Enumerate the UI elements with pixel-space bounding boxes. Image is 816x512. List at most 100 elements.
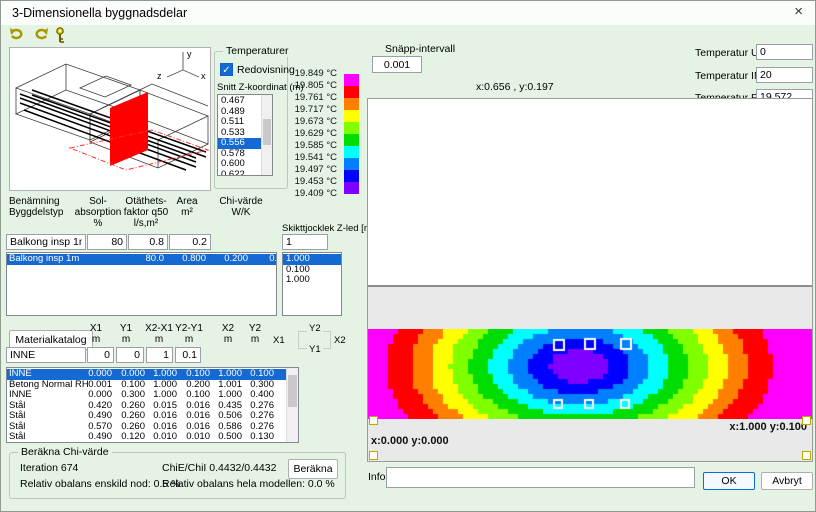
resize-handle[interactable] <box>369 451 378 460</box>
redo-icon[interactable] <box>31 27 49 43</box>
avbryt-button[interactable]: Avbryt <box>761 472 813 490</box>
z-value-item[interactable]: 0.556 <box>218 138 262 149</box>
section-plane[interactable] <box>110 92 148 166</box>
scale-tick-label: 19.541 °C <box>293 152 337 164</box>
temp-ute-field[interactable] <box>756 44 813 60</box>
colorbar-segment <box>344 182 359 194</box>
section-divider-strip <box>368 285 812 329</box>
y1-field[interactable] <box>116 347 144 363</box>
diagram-y2-label: Y2 <box>307 323 323 334</box>
colorbar-segment <box>344 146 359 158</box>
resize-handle[interactable] <box>802 451 811 460</box>
snapp-intervall-field[interactable] <box>372 56 422 73</box>
scale-tick-label: 19.673 °C <box>293 116 337 128</box>
viewport-3d[interactable]: y x z <box>9 47 211 191</box>
undo-icon[interactable] <box>9 27 27 43</box>
snapp-intervall-label: Snäpp-intervall <box>385 43 455 55</box>
corner-max-label: x:1.000 y:0.100 <box>729 421 807 433</box>
layer-list-row[interactable]: Stål0.4200.2600.0150.0160.4350.276 <box>7 401 287 412</box>
skikttjocklek-field[interactable] <box>282 234 328 250</box>
layers-list-scrollbar[interactable] <box>286 368 298 442</box>
geometry-col-header: Y2-Y1 <box>167 324 211 335</box>
temp-inne-field[interactable] <box>756 67 813 83</box>
x2x1-field[interactable] <box>146 347 173 363</box>
diagram-x1-label: X1 <box>273 335 285 346</box>
geometry-col-header: m <box>233 335 277 346</box>
temperaturer-group-label: Temperaturer <box>223 45 291 57</box>
layer-list-row[interactable]: Stål0.5700.2600.0160.0160.5860.276 <box>7 422 287 433</box>
resize-handle[interactable] <box>369 416 378 425</box>
scale-tick-label: 19.497 °C <box>293 164 337 176</box>
z-value-item[interactable]: 0.600 <box>218 159 262 170</box>
z-list-scrollbar[interactable] <box>261 95 272 175</box>
axis-z-label: z <box>157 71 162 81</box>
colorbar-segment <box>344 74 359 86</box>
layer-list-row[interactable]: Stål0.4900.1200.0100.0100.5000.130 <box>7 432 287 443</box>
z-coordinate-list[interactable]: 0.4670.4890.5110.5330.5560.5780.6000.622… <box>217 94 273 176</box>
iteration-label: Iteration 674 <box>20 462 78 474</box>
col-benamning: Benämning <box>9 197 60 208</box>
area-field[interactable] <box>169 234 211 250</box>
skikttjocklek-list[interactable]: 1.0000.1001.000 <box>282 252 342 316</box>
colorbar-segment <box>344 134 359 146</box>
y2y1-field[interactable] <box>175 347 201 363</box>
parts-list[interactable]: Balkong insp 1m80.00.8000.2000.443 <box>6 252 277 316</box>
scale-tick-label: 19.453 °C <box>293 176 337 188</box>
parts-list-row[interactable]: Balkong insp 1m80.00.8000.2000.443 <box>7 254 276 265</box>
colorbar-segment <box>344 110 359 122</box>
redovisning-checkbox[interactable] <box>220 63 233 76</box>
col-chivarde-2: W/K <box>211 208 271 219</box>
skikt-value-item[interactable]: 1.000 <box>283 275 341 286</box>
obalans-modell-label: Relativ obalans hela modellen: 0.0 % <box>162 478 335 490</box>
q50-field[interactable] <box>128 234 168 250</box>
skikttjocklek-label: Skikttjocklek Z-led [m] <box>282 223 374 234</box>
berakna-group: Beräkna Chi-värde Iteration 674 ChiE/Chi… <box>9 452 346 499</box>
info-field[interactable] <box>386 467 695 488</box>
corner-min-label: x:0.000 y:0.000 <box>371 435 449 447</box>
window-title: 3-Dimensionella byggnadsdelar <box>12 6 187 20</box>
geometry-col-header: Y2 <box>233 324 277 335</box>
col-byggdelstyp: Byggdelstyp <box>9 208 63 219</box>
scale-tick-label: 19.805 °C <box>293 80 337 92</box>
colorbar-segment <box>344 158 359 170</box>
berakna-button[interactable]: Beräkna <box>288 459 338 479</box>
close-icon[interactable]: × <box>794 4 803 20</box>
layers-list[interactable]: INNE0.0000.0001.0000.1001.0000.100Betong… <box>6 367 299 443</box>
scale-tick-label: 19.849 °C <box>293 68 337 80</box>
section-view-area[interactable]: x:1.000 y:0.100 x:0.000 y:0.000 <box>367 98 813 462</box>
part-name-field[interactable] <box>6 234 86 250</box>
heatmap-canvas[interactable] <box>368 329 812 419</box>
dialog-3d-byggnadsdelar: 3-Dimensionella byggnadsdelar × <box>0 0 816 512</box>
layer-name-field[interactable] <box>6 347 86 363</box>
layer-list-row[interactable]: INNE0.0000.0001.0000.1001.0000.100 <box>7 369 287 380</box>
titlebar[interactable]: 3-Dimensionella byggnadsdelar × <box>1 1 815 25</box>
layer-list-row[interactable]: Betong Normal RH0.0010.1001.0000.2001.00… <box>7 380 287 391</box>
chi-result-label: ChiE/ChiI 0.4432/0.4432 <box>162 462 276 474</box>
redovisning-label: Redovisning <box>237 64 295 76</box>
ok-button[interactable]: OK <box>703 472 755 490</box>
scale-tick-label: 19.629 °C <box>293 128 337 140</box>
z-value-item[interactable]: 0.511 <box>218 117 262 128</box>
snitt-z-label: Snitt Z-koordinat (m) <box>217 82 304 93</box>
layer-list-row[interactable]: Stål0.4900.2600.0160.0160.5060.276 <box>7 411 287 422</box>
diagram-x2-label: X2 <box>334 335 346 346</box>
scale-tick-label: 19.761 °C <box>293 92 337 104</box>
temperature-scale-labels: 19.849 °C19.805 °C19.761 °C19.717 °C19.6… <box>293 68 337 200</box>
heatmap-footer-strip: x:1.000 y:0.100 x:0.000 y:0.000 <box>368 419 812 461</box>
berakna-group-label: Beräkna Chi-värde <box>18 446 112 458</box>
z-value-item[interactable]: 0.622 <box>218 170 262 177</box>
x1-field[interactable] <box>87 347 114 363</box>
colorbar-segment <box>344 98 359 110</box>
layer-list-row[interactable]: INNE0.0000.3001.0000.1001.0000.400 <box>7 390 287 401</box>
resize-handle[interactable] <box>802 416 811 425</box>
skikt-value-item[interactable]: 1.000 <box>283 254 341 265</box>
key-icon[interactable] <box>54 27 66 43</box>
info-label: Info <box>368 471 386 483</box>
temperature-colorbar <box>344 74 359 194</box>
scale-tick-label: 19.585 °C <box>293 140 337 152</box>
col-area-2: m² <box>167 208 207 219</box>
scale-tick-label: 19.717 °C <box>293 104 337 116</box>
sol-absorption-field[interactable] <box>87 234 127 250</box>
geometry-col-header: m <box>167 335 211 346</box>
z-value-item[interactable]: 0.467 <box>218 96 262 107</box>
